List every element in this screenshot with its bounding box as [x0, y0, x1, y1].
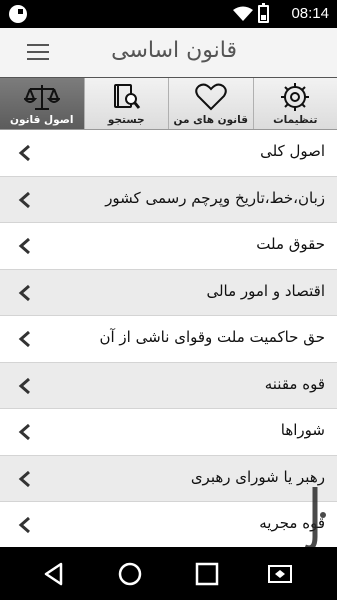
- chevron-left-icon: [18, 144, 30, 162]
- list-item[interactable]: اقتصاد و امور مالی: [0, 269, 337, 316]
- list-item[interactable]: رهبر یا شورای رهبری: [0, 455, 337, 502]
- chevron-left-icon: [18, 191, 30, 208]
- recents-icon[interactable]: [194, 561, 220, 587]
- chevron-left-icon: [18, 284, 30, 301]
- scales-icon: [23, 85, 60, 110]
- tab-label: جستجو: [107, 114, 145, 126]
- battery-icon: [258, 3, 269, 23]
- system-nav-bar: [0, 547, 337, 600]
- list-item[interactable]: قوه مجریه: [0, 502, 337, 547]
- tab-search[interactable]: جستجو: [84, 78, 169, 129]
- list-item-label: شوراها: [280, 421, 325, 439]
- gear-icon: [281, 83, 310, 111]
- list-item-label: زبان،خط،تاریخ وپرچم رسمی کشور: [105, 188, 325, 207]
- list-item[interactable]: اصول کلی: [0, 130, 337, 177]
- app-notification-icon: [9, 5, 27, 23]
- heart-icon: [195, 83, 227, 111]
- list-item[interactable]: شوراها: [0, 409, 337, 456]
- status-bar: 08:14: [0, 0, 337, 28]
- chevron-left-icon: [18, 516, 30, 534]
- chevron-left-icon: [18, 330, 30, 348]
- tab-settings[interactable]: تنظیمات: [253, 78, 337, 129]
- list-item[interactable]: قوه مقننه: [0, 362, 337, 409]
- store-watermark-icon: [304, 487, 326, 551]
- chevron-left-icon: [18, 470, 30, 487]
- list-item[interactable]: زبان،خط،تاریخ وپرچم رسمی کشور: [0, 176, 337, 223]
- tab-principles[interactable]: اصول قانون: [0, 78, 85, 129]
- list-item-label: حقوق ملت: [256, 235, 325, 253]
- back-icon[interactable]: [41, 561, 67, 587]
- list-item-label: اقتصاد و امور مالی: [206, 281, 325, 300]
- list-item-label: حق حاکمیت ملت وقوای ناشی از آن: [99, 328, 325, 346]
- list-item-label: قوه مقننه: [264, 374, 325, 393]
- page-title: قانون اساسی: [111, 38, 237, 63]
- chevron-left-icon: [18, 423, 30, 441]
- tab-label: قانون های من: [173, 114, 248, 126]
- list-item-label: رهبر یا شورای رهبری: [190, 467, 325, 486]
- status-time: 08:14: [291, 5, 329, 22]
- chapter-list: اصول کلی زبان،خط،تاریخ وپرچم رسمی کشور ح…: [0, 130, 337, 547]
- list-item[interactable]: حق حاکمیت ملت وقوای ناشی از آن: [0, 316, 337, 363]
- hamburger-menu-icon[interactable]: [27, 44, 49, 62]
- home-icon[interactable]: [117, 561, 143, 587]
- chevron-left-icon: [18, 237, 30, 255]
- book-search-icon: [114, 84, 141, 109]
- list-item[interactable]: حقوق ملت: [0, 223, 337, 270]
- chevron-left-icon: [18, 377, 30, 394]
- screen-mirror-icon[interactable]: [267, 561, 293, 587]
- tab-bar: اصول قانون جستجو قانون های من تنظیمات: [0, 78, 337, 130]
- app-bar: قانون اساسی: [0, 28, 337, 78]
- wifi-icon: [233, 6, 253, 21]
- list-item-label: اصول کلی: [260, 142, 325, 160]
- tab-label: تنظیمات: [273, 114, 318, 126]
- tab-my-laws[interactable]: قانون های من: [169, 78, 254, 129]
- tab-label: اصول قانون: [10, 114, 74, 126]
